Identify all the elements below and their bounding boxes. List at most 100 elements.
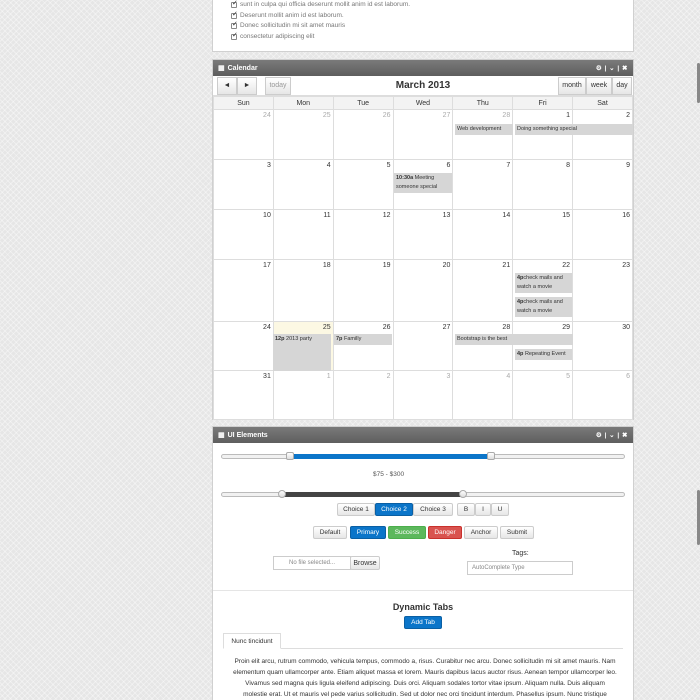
tab-nunc-tincidunt[interactable]: Nunc tincidunt [223,633,281,649]
range-slider[interactable] [221,452,625,460]
view-day-button[interactable]: day [612,76,632,95]
todo-item-label: consectetur adipiscing elit [240,32,315,40]
calendar-day-cell[interactable]: 18 [272,259,334,322]
range-slider[interactable] [221,490,625,498]
calendar-event[interactable]: Bootstrap is the best [455,334,573,345]
calendar-day-cell[interactable]: 2 [332,370,394,420]
calendar-day-cell[interactable]: 19 [332,259,394,322]
panel-tools[interactable]: ⚙ | ⌄ | ✖ [596,431,628,439]
calendar-day-cell[interactable]: 28 [452,321,514,371]
calendar-day-cell[interactable]: 27 [392,321,454,371]
dynamic-tabs-title: Dynamic Tabs [392,602,454,612]
slider-range-fill [290,454,492,459]
calendar-event[interactable]: Web development [455,124,513,135]
bold-button[interactable]: B [457,503,475,516]
calendar-day-cell[interactable]: 14 [452,209,514,260]
day-number: 11 [323,212,331,219]
calendar-panel-header: ▦ Calendar ⚙ | ⌄ | ✖ [213,60,633,76]
todo-item[interactable]: consectetur adipiscing elit [231,31,633,43]
calendar-event[interactable]: Doing something special [515,124,633,135]
autocomplete-input[interactable]: AutoComplete Type [467,561,573,575]
calendar-event[interactable]: 4pcheck mails and watch a movie [515,273,572,293]
browse-button[interactable]: Browse [350,556,380,570]
calendar-day-cell[interactable]: 6 [572,370,633,420]
day-number: 4 [326,162,331,169]
calendar-day-cell[interactable]: 10 [213,209,274,260]
event-title: Familly [343,336,362,342]
success-button[interactable]: Success [388,526,426,539]
calendar-day-cell[interactable]: 26 [332,321,394,371]
calendar-day-cell[interactable]: 25 [272,109,334,160]
calendar-day-cell[interactable]: 13 [392,209,454,260]
calendar-event[interactable]: 7p Familly [334,334,392,345]
todo-item-label: Deserunt mollit anim id est laborum. [240,11,344,19]
calendar-week-row: 31 1 2 3 4 5 6 [213,370,633,420]
calendar-day-cell[interactable]: 8 [512,159,574,210]
anchor-button[interactable]: Anchor [464,526,498,539]
view-month-button[interactable]: month [558,76,586,95]
underline-button[interactable]: U [491,503,509,516]
calendar-day-cell[interactable]: 17 [213,259,274,322]
calendar-day-cell[interactable]: 24 [213,321,274,371]
add-tab-button[interactable]: Add Tab [404,616,442,629]
choice-3-button[interactable]: Choice 3 [413,503,453,516]
weekday-header: Sun [213,96,274,110]
checkbox-checked-icon[interactable] [231,20,238,31]
slider-handle[interactable] [459,490,468,498]
calendar-day-cell[interactable]: 5 [512,370,574,420]
choice-1-button[interactable]: Choice 1 [337,503,375,516]
calendar-day-cell[interactable]: 21 [452,259,514,322]
calendar-event[interactable]: 12p 2013 party [273,334,331,371]
file-input[interactable]: No file selected... [273,556,351,570]
italic-button[interactable]: I [475,503,491,516]
checkbox-checked-icon[interactable] [231,10,238,20]
calendar-day-cell[interactable]: 3 [392,370,454,420]
default-button[interactable]: Default [313,526,347,539]
weekday-header: Fri [512,96,574,110]
todo-item[interactable]: Donec sollicitudin mi sit amet mauris [231,20,633,32]
submit-button[interactable]: Submit [500,526,534,539]
calendar-day-cell[interactable]: 23 [572,259,633,322]
checkbox-checked-icon[interactable] [231,0,238,10]
panel-tools[interactable]: ⚙ | ⌄ | ✖ [596,64,628,72]
calendar-day-cell[interactable]: 24 [213,109,274,160]
day-number: 8 [566,162,571,169]
calendar-day-cell[interactable]: 30 [572,321,633,371]
calendar-day-cell[interactable]: 15 [512,209,574,260]
primary-button[interactable]: Primary [350,526,386,539]
view-week-button[interactable]: week [586,76,612,95]
checkbox-checked-icon[interactable] [231,31,238,41]
calendar-event[interactable]: 10:30a Meeting someone special [394,173,452,193]
calendar-day-cell[interactable]: 31 [213,370,274,420]
calendar-day-cell[interactable]: 11 [272,209,334,260]
slider-handle[interactable] [487,452,496,460]
calendar-event[interactable]: 4p Repeating Event [515,349,572,360]
calendar-day-cell[interactable]: 7 [452,159,514,210]
calendar-day-cell[interactable]: 12 [332,209,394,260]
calendar-day-cell[interactable]: 16 [572,209,633,260]
calendar-day-cell[interactable]: 1 [272,370,334,420]
calendar-day-cell[interactable]: 29 [512,321,574,371]
calendar-day-cell[interactable]: 27 [392,109,454,160]
calendar-day-cell[interactable]: 4 [452,370,514,420]
calendar-day-cell[interactable]: 26 [332,109,394,160]
event-title: Repeating Event [524,351,566,357]
choice-2-button[interactable]: Choice 2 [375,503,413,516]
slider-handle[interactable] [286,452,295,460]
today-button[interactable]: today [265,76,291,95]
todo-item[interactable]: sunt in culpa qui officia deserunt molli… [231,0,633,11]
day-number: 16 [622,212,630,219]
danger-button[interactable]: Danger [428,526,462,539]
next-month-button[interactable]: ► [237,76,257,95]
todo-item[interactable]: Deserunt mollit anim id est laborum. [231,10,633,22]
calendar-day-cell[interactable]: 9 [572,159,633,210]
calendar-event[interactable]: 4pcheck mails and watch a movie [515,297,572,317]
calendar-day-cell[interactable]: 4 [272,159,334,210]
calendar-day-cell[interactable]: 20 [392,259,454,322]
day-number: 24 [263,112,271,119]
prev-month-button[interactable]: ◄ [217,76,237,95]
calendar-day-cell[interactable]: 3 [213,159,274,210]
event-title: Bootstrap is the best [457,336,508,342]
calendar-day-cell[interactable]: 5 [332,159,394,210]
todo-panel: sunt in culpa qui officia deserunt molli… [212,0,634,52]
